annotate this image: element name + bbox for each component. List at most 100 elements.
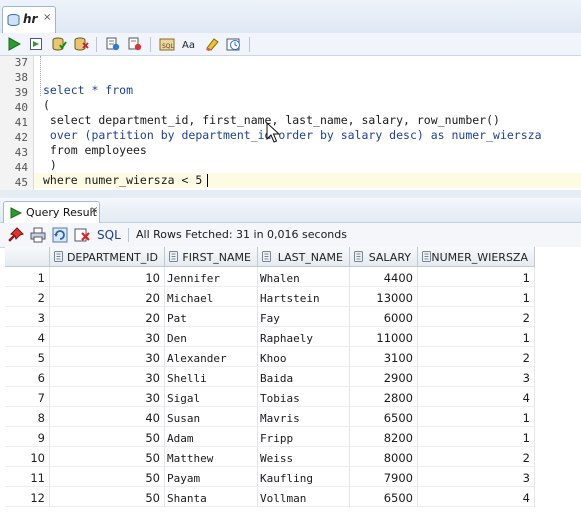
history-icon[interactable] [225,35,243,53]
cancel-query-icon[interactable] [74,227,90,243]
numer-wiersza-cell[interactable]: 3 [418,367,535,387]
department-id-cell[interactable]: 30 [50,387,165,407]
last-name-cell[interactable]: Mavris [258,407,350,427]
salary-cell[interactable]: 2900 [350,367,418,387]
row-number-cell[interactable]: 1 [5,267,50,287]
format-case-icon[interactable]: Aa [181,35,199,53]
department-id-cell[interactable]: 30 [50,367,165,387]
last-name-cell[interactable]: Khoo [258,347,350,367]
last-name-cell[interactable]: Hartstein [258,287,350,307]
first-name-cell[interactable]: Payam [165,467,258,487]
column-header-salary[interactable]: SALARY [350,247,418,267]
row-number-cell[interactable]: 2 [5,287,50,307]
salary-cell[interactable]: 4400 [350,267,418,287]
column-header-numer-wiersza[interactable]: NUMER_WIERSZA [418,247,535,267]
row-number-cell[interactable]: 6 [5,367,50,387]
explain-plan-icon[interactable] [104,35,122,53]
print-icon[interactable] [30,227,46,243]
rollback-icon[interactable] [72,35,90,53]
refresh-icon[interactable] [52,227,68,243]
numer-wiersza-cell[interactable]: 2 [418,447,535,467]
row-number-cell[interactable]: 5 [5,347,50,367]
department-id-cell[interactable]: 50 [50,447,165,467]
autotrace-icon[interactable] [126,35,144,53]
salary-cell[interactable]: 3100 [350,347,418,367]
row-number-cell[interactable]: 8 [5,407,50,427]
numer-wiersza-cell[interactable]: 4 [418,487,535,507]
salary-cell[interactable]: 13000 [350,287,418,307]
numer-wiersza-cell[interactable]: 2 [418,307,535,327]
department-id-cell[interactable]: 10 [50,267,165,287]
run-statement-icon[interactable] [5,35,23,53]
column-header-last-name[interactable]: LAST_NAME [258,247,350,267]
department-id-cell[interactable]: 40 [50,407,165,427]
first-name-cell[interactable]: Pat [165,307,258,327]
sql-link[interactable]: SQL [97,228,121,242]
department-id-cell[interactable]: 30 [50,347,165,367]
salary-cell[interactable]: 7900 [350,467,418,487]
tab-query-result[interactable]: Query Result × [3,201,100,223]
pin-icon[interactable] [8,227,24,243]
last-name-cell[interactable]: Weiss [258,447,350,467]
last-name-cell[interactable]: Tobias [258,387,350,407]
row-number-cell[interactable]: 10 [5,447,50,467]
tab-hr[interactable]: hr × [2,6,56,33]
column-header-first-name[interactable]: FIRST_NAME [165,247,258,267]
numer-wiersza-cell[interactable]: 1 [418,327,535,347]
last-name-cell[interactable]: Vollman [258,487,350,507]
column-key-icon [354,251,363,262]
numer-wiersza-cell[interactable]: 1 [418,427,535,447]
salary-cell[interactable]: 6500 [350,407,418,427]
department-id-cell[interactable]: 50 [50,467,165,487]
numer-wiersza-cell[interactable]: 2 [418,347,535,367]
last-name-cell[interactable]: Fay [258,307,350,327]
last-name-cell[interactable]: Baida [258,367,350,387]
first-name-cell[interactable]: Adam [165,427,258,447]
first-name-cell[interactable]: Alexander [165,347,258,367]
clear-icon[interactable] [203,35,221,53]
sql-tuning-icon[interactable]: SQL [158,35,176,53]
row-number-cell[interactable]: 4 [5,327,50,347]
numer-wiersza-cell[interactable]: 1 [418,267,535,287]
department-id-cell[interactable]: 20 [50,287,165,307]
last-name-cell[interactable]: Kaufling [258,467,350,487]
first-name-cell[interactable]: Jennifer [165,267,258,287]
query-result-grid[interactable]: DEPARTMENT_ID FIRST_NAME LAST_NAME SALAR… [5,247,535,512]
first-name-cell[interactable]: Susan [165,407,258,427]
line-number: 40 [14,101,28,114]
last-name-cell[interactable]: Whalen [258,267,350,287]
salary-cell[interactable]: 8000 [350,447,418,467]
salary-cell[interactable]: 8200 [350,427,418,447]
salary-cell[interactable]: 6500 [350,487,418,507]
sql-editor[interactable]: 37 38 39 40 41 42 43 44 45 select * from… [0,56,581,191]
salary-cell[interactable]: 11000 [350,327,418,347]
department-id-cell[interactable]: 50 [50,487,165,507]
first-name-cell[interactable]: Shanta [165,487,258,507]
column-header-department-id[interactable]: DEPARTMENT_ID [50,247,165,267]
first-name-cell[interactable]: Sigal [165,387,258,407]
first-name-cell[interactable]: Matthew [165,447,258,467]
department-id-cell[interactable]: 20 [50,307,165,327]
numer-wiersza-cell[interactable]: 3 [418,467,535,487]
run-script-icon[interactable] [27,35,45,53]
row-number-cell[interactable]: 12 [5,487,50,507]
salary-cell[interactable]: 2800 [350,387,418,407]
department-id-cell[interactable]: 30 [50,327,165,347]
commit-icon[interactable] [50,35,68,53]
first-name-cell[interactable]: Shelli [165,367,258,387]
numer-wiersza-cell[interactable]: 1 [418,287,535,307]
row-number-cell[interactable]: 7 [5,387,50,407]
numer-wiersza-cell[interactable]: 4 [418,387,535,407]
first-name-cell[interactable]: Den [165,327,258,347]
salary-cell[interactable]: 6000 [350,307,418,327]
row-number-cell[interactable]: 9 [5,427,50,447]
department-id-cell[interactable]: 50 [50,427,165,447]
numer-wiersza-cell[interactable]: 1 [418,407,535,427]
close-tab-icon[interactable]: × [43,12,51,23]
last-name-cell[interactable]: Raphaely [258,327,350,347]
last-name-cell[interactable]: Fripp [258,427,350,447]
close-result-tab-icon[interactable]: × [90,205,98,216]
first-name-cell[interactable]: Michael [165,287,258,307]
row-number-cell[interactable]: 3 [5,307,50,327]
row-number-cell[interactable]: 11 [5,467,50,487]
